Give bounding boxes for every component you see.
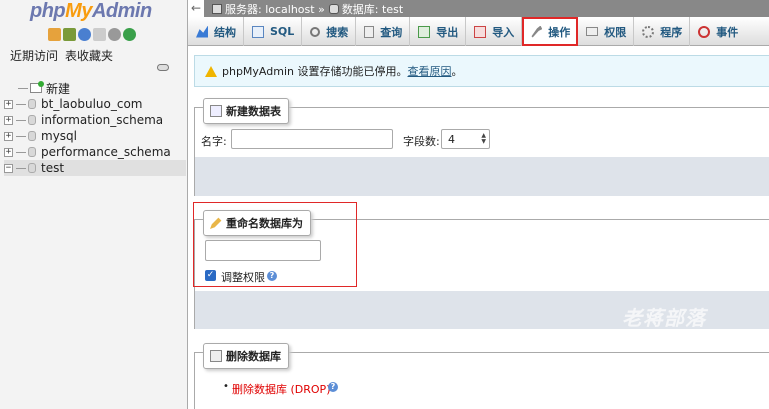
navigation-sidebar: phpMyAdmin 近期访问 表收藏夹 新建 + bt_laobuluo_co… xyxy=(0,0,188,409)
help-icon[interactable]: ? xyxy=(267,271,277,281)
database-tree: 新建 + bt_laobuluo_com + information_schem… xyxy=(4,80,186,176)
storage-disabled-notice: phpMyAdmin 设置存储功能已停用。 查看原因。 xyxy=(194,55,769,87)
breadcrumb: ← 服务器: localhost » 数据库: test xyxy=(188,0,769,17)
link-with-main-icon[interactable] xyxy=(157,64,169,71)
watermark: 老蒋部落 xyxy=(622,306,706,330)
database-icon xyxy=(28,99,36,109)
drop-database-fieldset: 删除数据库 • 删除数据库 (DROP) ? xyxy=(194,343,769,409)
search-icon xyxy=(310,26,321,37)
sql-icon xyxy=(252,25,264,38)
back-arrow-icon[interactable]: ← xyxy=(188,0,204,17)
tree-item-new[interactable]: 新建 xyxy=(4,80,186,96)
drop-database-link[interactable]: 删除数据库 (DROP) xyxy=(232,381,330,397)
tab-search[interactable]: 搜索 xyxy=(302,17,357,46)
recent-tables-link[interactable]: 近期访问 xyxy=(10,47,58,64)
tab-events[interactable]: 事件 xyxy=(690,17,745,46)
fields-count-stepper[interactable]: 4 ▲ ▼ xyxy=(441,129,490,149)
tree-item-information-schema[interactable]: + information_schema xyxy=(4,112,186,128)
tab-export[interactable]: 导出 xyxy=(410,17,467,46)
expand-icon[interactable]: + xyxy=(4,99,13,109)
phpmyadmin-logo[interactable]: phpMyAdmin xyxy=(30,0,152,23)
tab-privileges[interactable]: 权限 xyxy=(578,17,635,46)
new-database-icon xyxy=(30,81,44,93)
help-icon[interactable] xyxy=(78,28,91,41)
export-icon xyxy=(418,25,431,38)
warning-icon xyxy=(205,65,217,77)
tree-item-label: mysql xyxy=(41,129,77,143)
fields-count-value: 4 xyxy=(448,132,455,146)
docs-icon[interactable] xyxy=(93,28,106,41)
tab-import[interactable]: 导入 xyxy=(466,17,523,46)
database-icon xyxy=(28,115,36,125)
expand-icon[interactable]: + xyxy=(4,147,13,157)
query-icon xyxy=(364,25,375,38)
collapse-icon[interactable]: − xyxy=(4,163,13,173)
pencil-icon xyxy=(210,217,222,229)
logout-icon[interactable] xyxy=(63,28,76,41)
adjust-privileges-label[interactable]: 调整权限 xyxy=(221,269,265,285)
privileges-icon xyxy=(586,27,599,36)
bullet: • xyxy=(223,381,229,392)
expand-icon[interactable]: + xyxy=(4,115,13,125)
fields-count-label: 字段数: xyxy=(403,135,440,148)
expand-icon[interactable]: + xyxy=(4,131,13,141)
tree-item-bt-laobuluo-com[interactable]: + bt_laobuluo_com xyxy=(4,96,186,112)
drop-database-legend: 删除数据库 xyxy=(203,343,289,369)
tree-connector xyxy=(16,151,26,153)
server-icon xyxy=(212,3,222,14)
notice-link[interactable]: 查看原因 xyxy=(408,63,452,79)
breadcrumb-database[interactable]: 数据库: test xyxy=(328,1,404,17)
notice-suffix: 。 xyxy=(451,65,463,78)
tree-item-label: performance_schema xyxy=(41,145,171,159)
new-database-name-input[interactable] xyxy=(205,240,321,261)
tab-routines[interactable]: 程序 xyxy=(634,17,691,46)
tree-item-label: test xyxy=(41,161,65,175)
help-icon[interactable]: ? xyxy=(328,382,338,392)
sidebar-toolbar xyxy=(48,28,136,41)
home-icon[interactable] xyxy=(48,28,61,41)
tree-item-test[interactable]: − test xyxy=(4,160,186,176)
database-icon xyxy=(28,163,36,173)
structure-icon xyxy=(196,25,208,38)
tab-operations[interactable]: 操作 xyxy=(522,17,579,46)
tree-connector xyxy=(16,119,26,121)
database-icon xyxy=(328,3,339,14)
spinner-arrows-icon[interactable]: ▲ ▼ xyxy=(481,133,486,145)
database-icon xyxy=(28,131,36,141)
tab-sql[interactable]: SQL xyxy=(244,17,303,46)
tree-item-label: information_schema xyxy=(41,113,164,127)
new-table-icon xyxy=(210,105,222,117)
tree-connector xyxy=(16,135,26,137)
rename-database-legend: 重命名数据库为 xyxy=(203,210,311,236)
breadcrumb-server-label: 服务器: localhost » xyxy=(225,2,325,16)
table-name-input[interactable] xyxy=(231,129,393,149)
tab-structure[interactable]: 结构 xyxy=(188,17,244,46)
tab-query[interactable]: 查询 xyxy=(356,17,411,46)
main-tabs: 结构 SQL 搜索 查询 导出 导入 操作 权限 程序 事件 xyxy=(188,17,769,46)
create-table-fieldset: 新建数据表 名字: 字段数: 4 ▲ ▼ xyxy=(194,98,769,196)
database-icon xyxy=(28,147,36,157)
wrench-icon xyxy=(531,25,543,38)
tree-item-label: bt_laobuluo_com xyxy=(41,97,143,111)
gear-icon[interactable] xyxy=(108,28,121,41)
tree-item-performance-schema[interactable]: + performance_schema xyxy=(4,144,186,160)
routines-icon xyxy=(642,25,655,38)
sidebar-links: 近期访问 表收藏夹 xyxy=(10,47,113,64)
breadcrumb-database-label: 数据库: test xyxy=(341,2,404,16)
create-table-legend: 新建数据表 xyxy=(203,98,289,124)
breadcrumb-server[interactable]: 服务器: localhost » xyxy=(212,1,325,17)
tree-connector xyxy=(16,167,26,169)
tree-connector xyxy=(18,87,28,89)
adjust-privileges-checkbox[interactable]: ✓ xyxy=(205,270,216,281)
favorite-tables-link[interactable]: 表收藏夹 xyxy=(65,47,113,64)
import-icon xyxy=(474,25,487,38)
notice-text: phpMyAdmin 设置存储功能已停用。 xyxy=(222,65,408,78)
tree-connector xyxy=(16,103,26,105)
delete-database-icon xyxy=(210,350,222,362)
table-name-label: 名字: xyxy=(201,135,227,148)
tree-item-mysql[interactable]: + mysql xyxy=(4,128,186,144)
reload-icon[interactable] xyxy=(123,28,136,41)
tree-item-label: 新建 xyxy=(46,81,71,96)
events-icon xyxy=(698,25,711,38)
